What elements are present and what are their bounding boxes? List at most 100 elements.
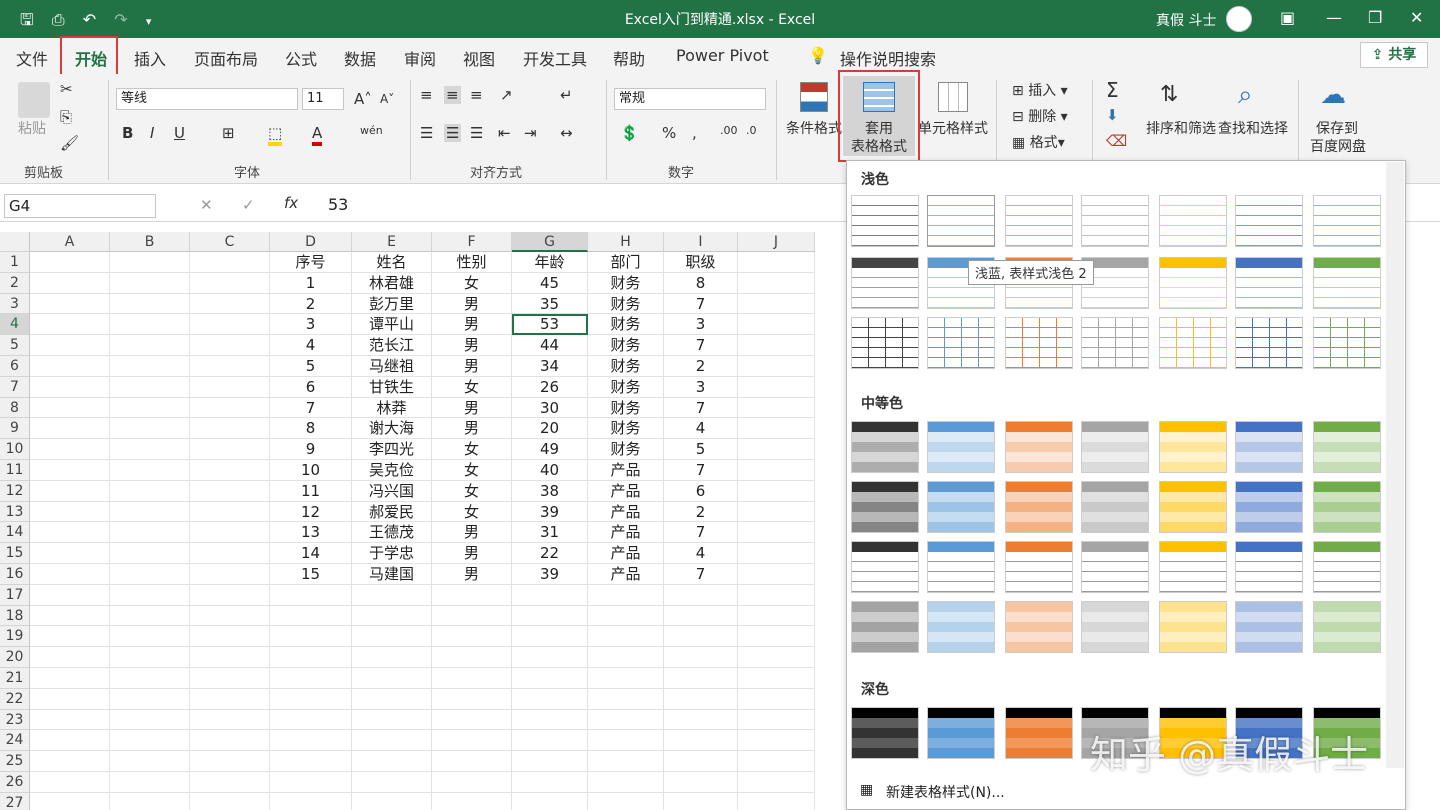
table-cell[interactable]: 5 [664, 439, 738, 460]
table-style-swatch[interactable] [1081, 421, 1149, 473]
underline-icon[interactable]: U [174, 124, 185, 142]
table-cell[interactable] [190, 397, 270, 419]
table-cell[interactable] [190, 668, 270, 689]
table-cell[interactable]: 男 [432, 293, 512, 315]
table-cell[interactable] [110, 709, 190, 731]
table-cell[interactable]: 女 [432, 501, 512, 523]
table-cell[interactable] [512, 626, 588, 648]
paste-button[interactable]: 粘贴 [18, 118, 46, 138]
fill-icon[interactable]: ⬇ [1106, 106, 1119, 124]
table-cell[interactable] [110, 792, 190, 810]
table-cell[interactable]: 年龄 [512, 252, 588, 273]
tab-formulas[interactable]: 公式 [285, 46, 317, 70]
table-cell[interactable]: 35 [512, 293, 588, 315]
table-cell[interactable] [738, 772, 815, 793]
table-cell[interactable] [512, 647, 588, 668]
table-cell[interactable] [270, 709, 352, 731]
table-cell[interactable]: 4 [270, 335, 352, 356]
table-cell[interactable] [432, 709, 512, 731]
table-cell[interactable]: 范长江 [352, 335, 432, 356]
table-cell[interactable] [432, 626, 512, 648]
table-cell[interactable] [738, 709, 815, 731]
table-cell[interactable] [30, 626, 110, 648]
table-cell[interactable]: 姓名 [352, 252, 432, 273]
table-cell[interactable] [664, 605, 738, 627]
table-style-swatch[interactable] [927, 421, 995, 473]
table-cell[interactable] [30, 792, 110, 810]
table-cell[interactable] [190, 688, 270, 710]
table-cell[interactable]: 男 [432, 356, 512, 377]
table-cell[interactable] [30, 543, 110, 564]
table-cell[interactable] [30, 314, 110, 336]
table-style-swatch[interactable] [851, 317, 919, 369]
row-header[interactable]: 3 [0, 293, 30, 315]
table-cell[interactable] [738, 252, 815, 273]
delete-cells-button[interactable]: ⊟ 删除 ▾ [1012, 106, 1068, 126]
table-cell[interactable] [270, 647, 352, 668]
table-cell[interactable]: 10 [270, 460, 352, 481]
table-cell[interactable] [738, 730, 815, 752]
row-header[interactable]: 7 [0, 376, 30, 398]
table-style-swatch[interactable] [1159, 195, 1227, 247]
table-cell[interactable]: 15 [270, 564, 352, 585]
enter-icon[interactable]: ✓ [242, 196, 255, 214]
table-cell[interactable] [664, 688, 738, 710]
table-cell[interactable] [512, 584, 588, 606]
percent-icon[interactable]: % [662, 124, 676, 142]
tab-help[interactable]: 帮助 [613, 46, 645, 70]
table-cell[interactable] [432, 792, 512, 810]
table-cell[interactable]: 谭平山 [352, 314, 432, 336]
table-cell[interactable] [110, 272, 190, 294]
table-cell[interactable]: 产品 [588, 543, 664, 564]
table-cell[interactable] [432, 751, 512, 772]
decrease-indent-icon[interactable]: ⇤ [498, 124, 511, 142]
table-cell[interactable]: 22 [512, 543, 588, 564]
table-cell[interactable] [30, 522, 110, 544]
table-style-swatch[interactable] [1313, 317, 1381, 369]
table-cell[interactable]: 男 [432, 314, 512, 336]
row-header[interactable]: 26 [0, 772, 30, 793]
table-cell[interactable]: 44 [512, 335, 588, 356]
table-cell[interactable] [110, 626, 190, 648]
table-cell[interactable] [110, 772, 190, 793]
table-cell[interactable] [352, 688, 432, 710]
table-cell[interactable] [30, 293, 110, 315]
table-cell[interactable] [738, 293, 815, 315]
tab-insert[interactable]: 插入 [134, 46, 166, 70]
table-cell[interactable] [512, 751, 588, 772]
table-cell[interactable] [110, 730, 190, 752]
row-header[interactable]: 8 [0, 397, 30, 419]
table-cell[interactable] [110, 293, 190, 315]
table-cell[interactable] [30, 252, 110, 273]
table-cell[interactable] [110, 252, 190, 273]
table-cell[interactable] [30, 439, 110, 460]
table-cell[interactable] [588, 584, 664, 606]
table-cell[interactable]: 财务 [588, 439, 664, 460]
table-cell[interactable] [190, 772, 270, 793]
table-cell[interactable]: 郝爱民 [352, 501, 432, 523]
table-cell[interactable]: 甘铁生 [352, 376, 432, 398]
table-cell[interactable] [738, 272, 815, 294]
table-cell[interactable] [738, 356, 815, 377]
table-style-swatch[interactable] [1313, 481, 1381, 533]
table-cell[interactable] [110, 688, 190, 710]
table-cell[interactable] [738, 460, 815, 481]
table-style-swatch[interactable] [1081, 195, 1149, 247]
table-cell[interactable] [270, 668, 352, 689]
table-cell[interactable] [352, 605, 432, 627]
table-cell[interactable] [352, 792, 432, 810]
table-cell[interactable] [738, 543, 815, 564]
table-cell[interactable] [270, 751, 352, 772]
table-cell[interactable] [270, 605, 352, 627]
table-cell[interactable] [588, 709, 664, 731]
table-cell[interactable]: 李四光 [352, 439, 432, 460]
table-cell[interactable]: 谢大海 [352, 418, 432, 440]
cut-icon[interactable]: ✂ [60, 80, 73, 98]
tab-power-pivot[interactable]: Power Pivot [676, 46, 769, 65]
align-center-icon[interactable]: ☰ [444, 124, 462, 142]
orientation-icon[interactable]: ↗ [500, 86, 513, 104]
print-preview-icon[interactable]: ⎙ [52, 10, 65, 30]
table-style-swatch[interactable] [851, 707, 919, 759]
table-cell[interactable]: 冯兴国 [352, 480, 432, 502]
table-cell[interactable]: 20 [512, 418, 588, 440]
